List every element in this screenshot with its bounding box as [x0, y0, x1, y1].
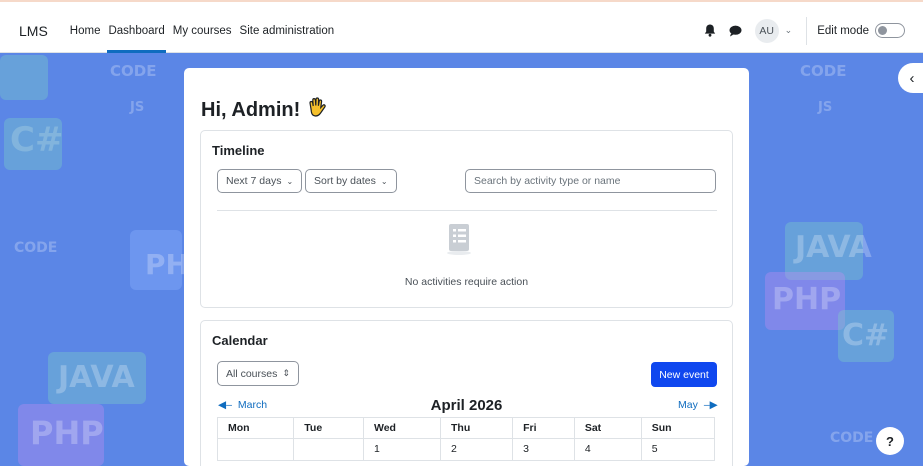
chevron-down-icon: ⌄	[380, 176, 388, 186]
site-brand[interactable]: LMS	[19, 23, 48, 39]
calendar-week-row: 1 2 3 4 5	[216, 438, 716, 461]
java-decoration-right: JAVA	[795, 230, 872, 265]
help-question-icon[interactable]: ?	[876, 427, 904, 455]
timeline-block: Timeline Next 7 days ⌄ Sort by dates ⌄ S…	[200, 130, 733, 308]
edit-mode-label: Edit mode	[817, 24, 869, 37]
timeline-title: Timeline	[212, 143, 265, 158]
calendar-day-cell[interactable]: 5	[640, 438, 716, 461]
weekday-sat: Sat	[573, 417, 642, 439]
timeline-search-input[interactable]: Search by activity type or name	[465, 169, 716, 193]
weekday-mon: Mon	[216, 417, 295, 439]
arrow-right-icon: –▶	[703, 399, 718, 411]
calendar-course-filter[interactable]: All courses ⇕	[217, 361, 299, 386]
nav-dashboard[interactable]: Dashboard	[104, 9, 168, 53]
timeline-search-placeholder: Search by activity type or name	[474, 175, 621, 187]
weekday-tue: Tue	[293, 417, 364, 439]
php-decoration-right: PHP	[772, 282, 842, 317]
chevron-down-icon: ⌄	[286, 176, 294, 186]
calendar-day-cell[interactable]: 4	[573, 438, 642, 461]
nav-site-administration[interactable]: Site administration	[236, 9, 339, 53]
calendar-month-title: April 2026	[430, 397, 503, 414]
next-month-label: May	[678, 399, 698, 411]
js-decoration-right: JS	[818, 100, 833, 115]
top-navbar: LMS Home Dashboard My courses Site admin…	[0, 9, 923, 53]
nav-home[interactable]: Home	[66, 9, 105, 53]
timeline-empty-message: No activities require action	[404, 276, 529, 288]
messages-chat-icon[interactable]	[725, 20, 747, 42]
new-event-button[interactable]: New event	[651, 362, 717, 387]
next-month-link[interactable]: May –▶	[678, 399, 718, 411]
code-decoration-right: CODE	[800, 62, 847, 80]
timeline-day-filter-label: Next 7 days	[226, 175, 282, 187]
weekday-fri: Fri	[512, 417, 575, 439]
navbar-divider	[806, 16, 808, 45]
sort-updown-icon: ⇕	[282, 368, 290, 378]
nav-my-courses[interactable]: My courses	[169, 9, 236, 53]
open-drawer-chevron-left-icon[interactable]: ‹	[898, 63, 923, 93]
timeline-sort-label: Sort by dates	[314, 175, 376, 187]
code-bubble-decoration	[0, 55, 48, 100]
calendar-title: Calendar	[212, 333, 268, 348]
calendar-day-cell[interactable]: 1	[362, 438, 442, 461]
calendar-weekday-row: Mon Tue Wed Thu Fri Sat Sun	[216, 417, 716, 439]
user-menu-chevron-down-icon[interactable]: ⌄	[785, 25, 793, 36]
code-decoration-right-2: CODE	[830, 430, 874, 446]
edit-mode-toggle[interactable]	[875, 23, 905, 38]
timeline-sort-select[interactable]: Sort by dates ⌄	[305, 169, 397, 193]
waving-hand-icon	[306, 96, 328, 124]
calendar-day-cell	[216, 438, 295, 461]
calendar-day-cell[interactable]: 2	[440, 438, 514, 461]
calendar-day-cell[interactable]: 3	[512, 438, 575, 461]
timeline-day-filter[interactable]: Next 7 days ⌄	[217, 169, 303, 193]
weekday-wed: Wed	[362, 417, 442, 439]
user-avatar[interactable]: AU	[754, 18, 779, 43]
greeting-text: Hi, Admin!	[201, 98, 301, 121]
weekday-sun: Sun	[640, 417, 716, 439]
main-content: Hi, Admin! Timeline Next 7 days ⌄ Sort b…	[184, 68, 749, 466]
weekday-thu: Thu	[440, 417, 514, 439]
navbar-right-tools: AU ⌄ Edit mode	[699, 9, 923, 53]
calendar-day-cell	[293, 438, 364, 461]
timeline-divider	[217, 210, 717, 211]
java-decoration: JAVA	[58, 360, 135, 395]
code-decoration: CODE	[110, 62, 157, 80]
bubble-decoration	[4, 118, 62, 170]
empty-activities-list-icon	[442, 222, 476, 256]
js-decoration: JS	[130, 100, 145, 115]
php-decoration-2: PHP	[30, 414, 104, 452]
calendar-grid: Mon Tue Wed Thu Fri Sat Sun 1 2 3 4 5	[216, 417, 716, 461]
code-decoration-2: CODE	[14, 240, 58, 256]
notifications-bell-icon[interactable]	[699, 20, 721, 42]
calendar-course-filter-label: All courses	[226, 367, 278, 380]
csharp-decoration-right: C#	[842, 318, 890, 353]
calendar-block: Calendar All courses ⇕ New event ◀– Marc…	[200, 320, 733, 466]
page-title: Hi, Admin!	[201, 96, 328, 124]
